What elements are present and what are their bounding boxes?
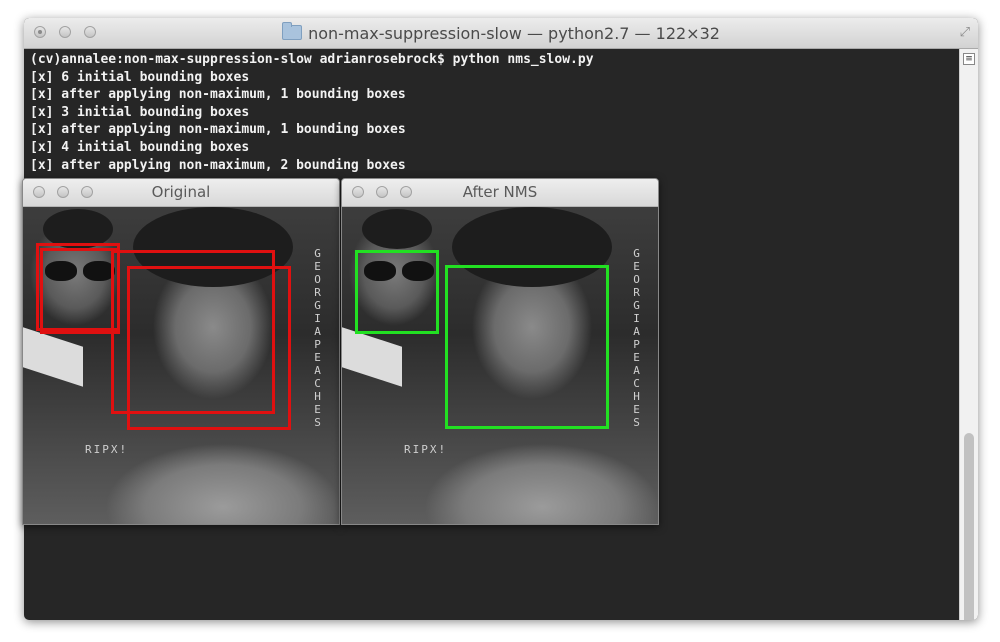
terminal-line: [x] 6 initial bounding boxes bbox=[30, 69, 250, 85]
folder-icon bbox=[282, 22, 303, 40]
hair-shape bbox=[362, 209, 432, 249]
fullscreen-icon[interactable]: ⤢ bbox=[960, 25, 970, 40]
terminal-line: [x] 4 initial bounding boxes bbox=[30, 139, 250, 155]
window-title: non-max-suppression-slow — python2.7 — 1… bbox=[24, 22, 978, 43]
terminal-line: [x] after applying non-maximum, 1 boundi… bbox=[30, 87, 406, 103]
scroll-menu-icon[interactable]: ≡ bbox=[963, 53, 975, 65]
shirt-text: RIPX! bbox=[85, 443, 129, 456]
shirt-text: RIPX! bbox=[404, 443, 448, 456]
after-nms-window: After NMS GEORGIA PEACHES RIPX! bbox=[341, 178, 659, 525]
terminal-line: [x] after applying non-maximum, 1 boundi… bbox=[30, 122, 406, 138]
collar-shape bbox=[23, 327, 83, 387]
side-text: GEORGIA PEACHES bbox=[633, 247, 641, 429]
bounding-box bbox=[127, 266, 291, 430]
window-title-text: non-max-suppression-slow — python2.7 — 1… bbox=[308, 24, 720, 43]
scrollbar[interactable]: ≡ bbox=[959, 49, 978, 620]
bounding-box bbox=[40, 248, 120, 334]
collar-shape bbox=[342, 327, 402, 387]
after-nms-titlebar[interactable]: After NMS bbox=[342, 179, 658, 207]
original-titlebar[interactable]: Original bbox=[23, 179, 339, 207]
terminal-line: (cv)annalee:non-max-suppression-slow adr… bbox=[30, 52, 594, 67]
bounding-box bbox=[445, 265, 609, 429]
after-nms-photo: GEORGIA PEACHES RIPX! bbox=[342, 207, 658, 524]
terminal-line: [x] after applying non-maximum, 2 boundi… bbox=[30, 157, 406, 173]
bounding-box bbox=[355, 250, 439, 334]
window-title: After NMS bbox=[462, 183, 538, 201]
scrollbar-thumb[interactable] bbox=[964, 433, 974, 620]
terminal-line: [x] 3 initial bounding boxes bbox=[30, 104, 250, 120]
window-title: Original bbox=[151, 183, 211, 201]
original-window: Original GEORGIA PEACHES RIPX! bbox=[22, 178, 340, 525]
terminal-titlebar[interactable]: non-max-suppression-slow — python2.7 — 1… bbox=[24, 18, 978, 49]
original-photo: GEORGIA PEACHES RIPX! bbox=[23, 207, 339, 524]
side-text: GEORGIA PEACHES bbox=[314, 247, 322, 429]
